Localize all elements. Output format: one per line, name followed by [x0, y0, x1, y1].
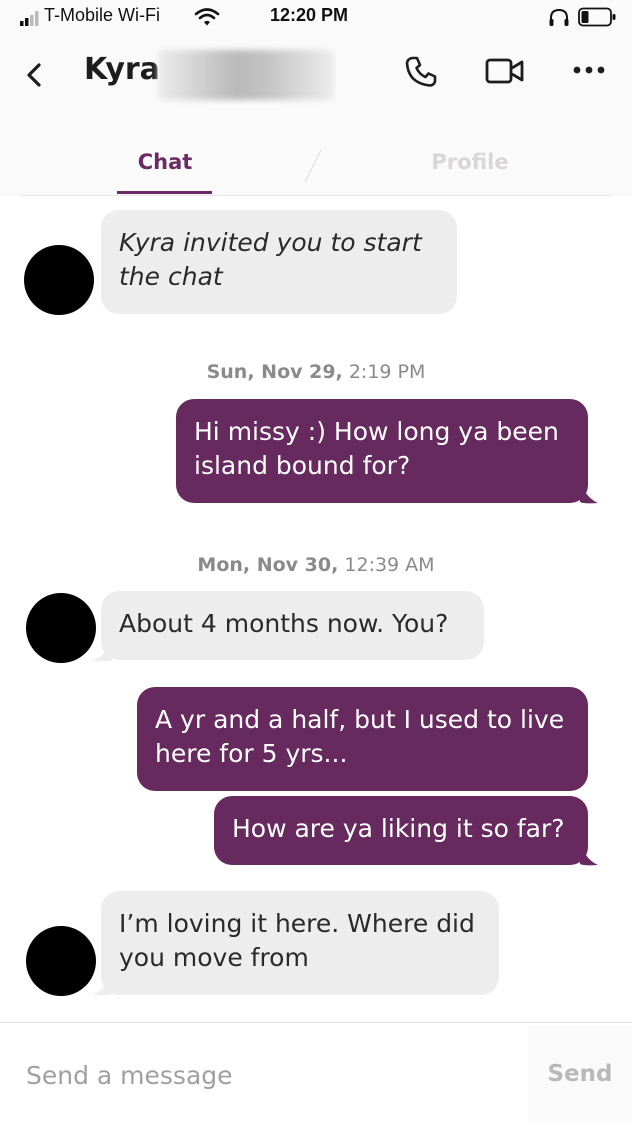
composer-divider [0, 1022, 632, 1023]
headphones-icon [549, 8, 569, 26]
tab-chat[interactable]: Chat [118, 150, 212, 174]
contact-avatar[interactable] [26, 926, 96, 996]
received-message-bubble: I’m loving it here. Where did you move f… [101, 891, 499, 995]
wifi-icon [194, 8, 220, 26]
contact-name: Kyra [84, 52, 160, 87]
sent-message-bubble: A yr and a half, but I used to live here… [137, 687, 588, 791]
bubble-tail [580, 840, 598, 866]
back-chevron-icon[interactable] [24, 62, 46, 88]
message-input[interactable] [26, 1055, 506, 1095]
message-timestamp: Sun, Nov 29, 2:19 PM [206, 361, 426, 383]
sent-message-bubble: Hi missy :) How long ya been island boun… [176, 399, 588, 503]
message-timestamp: Mon, Nov 30, 12:39 AM [197, 554, 435, 576]
bubble-tail [92, 970, 112, 996]
cellular-signal-icon [20, 11, 39, 26]
header-divider [20, 195, 612, 196]
send-button[interactable]: Send [528, 1026, 632, 1122]
active-tab-indicator [117, 191, 212, 194]
battery-icon [578, 7, 616, 27]
chat-invite-message: Kyra invited you to start the chat [101, 210, 457, 314]
bubble-tail [92, 636, 112, 662]
sent-message-bubble: How are ya liking it so far? [214, 796, 588, 865]
tab-divider [304, 149, 322, 183]
carrier-name: T-Mobile Wi-Fi [44, 5, 160, 25]
redacted-last-name [158, 50, 334, 100]
contact-avatar[interactable] [24, 245, 94, 315]
phone-call-icon[interactable] [403, 54, 439, 90]
received-message-bubble: About 4 months now. You? [101, 591, 484, 660]
status-time: 12:20 PM [270, 5, 349, 25]
tab-profile[interactable]: Profile [420, 150, 520, 174]
contact-avatar[interactable] [26, 593, 96, 663]
bubble-tail [580, 478, 598, 504]
more-options-icon[interactable] [572, 64, 606, 76]
video-call-icon[interactable] [485, 56, 525, 86]
